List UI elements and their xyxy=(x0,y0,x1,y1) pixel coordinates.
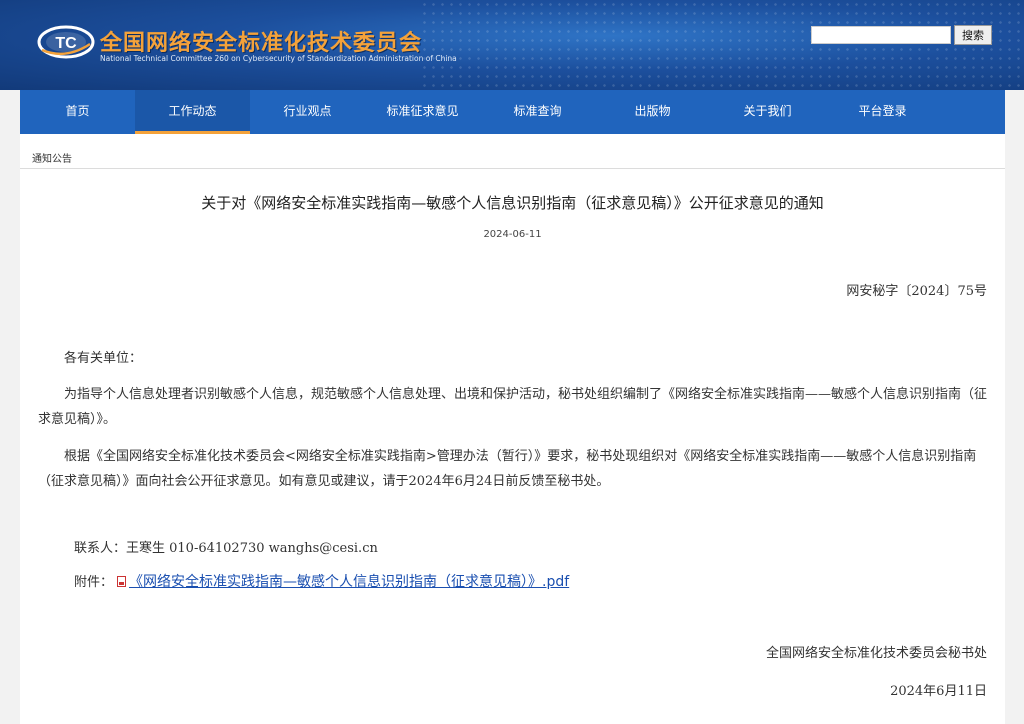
nav-item-platform-login[interactable]: 平台登录 xyxy=(825,90,940,134)
tc260-logo-icon[interactable]: TC xyxy=(36,24,96,60)
logo-text: TC xyxy=(55,35,77,52)
search-button[interactable]: 搜索 xyxy=(954,25,992,45)
pdf-file-icon xyxy=(117,576,127,587)
article-panel: 通知公告 关于对《网络安全标准实践指南—敏感个人信息识别指南（征求意见稿）》公开… xyxy=(20,134,1005,724)
attachment-label: 附件： xyxy=(74,575,114,590)
search-input[interactable] xyxy=(811,26,951,44)
attachment-row: 附件： 《网络安全标准实践指南—敏感个人信息识别指南（征求意见稿）》.pdf xyxy=(74,570,1024,595)
nav-item-home[interactable]: 首页 xyxy=(20,90,135,134)
world-map-decoration xyxy=(420,0,1020,90)
site-title[interactable]: 全国网络安全标准化技术委员会 xyxy=(100,25,422,57)
signature-date: 2024年6月11日 xyxy=(890,684,987,699)
site-subtitle: National Technical Committee 260 on Cybe… xyxy=(100,54,457,63)
breadcrumb-link[interactable]: 通知公告 xyxy=(32,150,72,165)
header-banner: TC 全国网络安全标准化技术委员会 National Technical Com… xyxy=(0,0,1024,90)
nav-item-publications[interactable]: 出版物 xyxy=(595,90,710,134)
contact-info: 联系人：王寒生 010-64102730 wanghs@cesi.cn xyxy=(74,541,378,556)
signature-organization: 全国网络安全标准化技术委员会秘书处 xyxy=(765,646,987,661)
paragraph-2: 根据《全国网络安全标准化技术委员会<网络安全标准实践指南>管理办法（暂行）》要求… xyxy=(38,449,977,489)
greeting: 各有关单位： xyxy=(64,351,143,366)
paragraph-1: 为指导个人信息处理者识别敏感个人信息，规范敏感个人信息处理、出境和保护活动，秘书… xyxy=(38,387,988,427)
attachment-link[interactable]: 《网络安全标准实践指南—敏感个人信息识别指南（征求意见稿）》.pdf xyxy=(129,574,569,590)
breadcrumb: 通知公告 xyxy=(20,134,1005,169)
article-date: 2024-06-11 xyxy=(483,229,542,240)
nav-item-standards-search[interactable]: 标准查询 xyxy=(480,90,595,134)
article-title: 关于对《网络安全标准实践指南—敏感个人信息识别指南（征求意见稿）》公开征求意见的… xyxy=(201,194,824,212)
nav-item-industry-views[interactable]: 行业观点 xyxy=(250,90,365,134)
nav-item-about-us[interactable]: 关于我们 xyxy=(710,90,825,134)
nav-item-work-news[interactable]: 工作动态 xyxy=(135,90,250,134)
main-nav: 首页 工作动态 行业观点 标准征求意见 标准查询 出版物 关于我们 平台登录 xyxy=(20,90,1005,134)
nav-item-standards-comments[interactable]: 标准征求意见 xyxy=(365,90,480,134)
document-number: 网安秘字〔2024〕75号 xyxy=(846,284,987,299)
